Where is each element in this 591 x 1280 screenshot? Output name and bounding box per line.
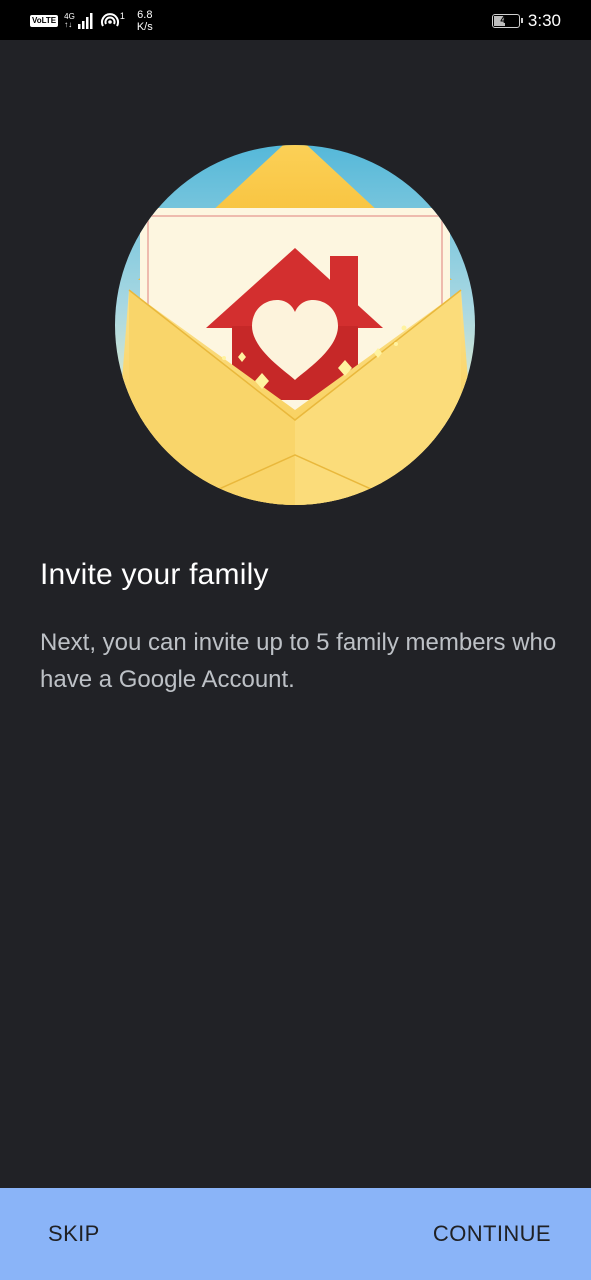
continue-button[interactable]: CONTINUE	[433, 1221, 551, 1247]
sparkle	[394, 342, 398, 346]
envelope-house-heart-illustration	[115, 145, 475, 505]
signal-bars-icon	[77, 13, 93, 29]
hotspot-count: 1	[119, 11, 125, 21]
battery-tip	[520, 18, 523, 23]
network-speed: 6.8 K/s	[137, 9, 153, 33]
status-bar-right: 48 3:30	[491, 8, 561, 34]
status-time: 3:30	[527, 11, 561, 30]
network-activity-label: ↑↓	[64, 20, 73, 29]
skip-button[interactable]: SKIP	[48, 1221, 100, 1247]
hotspot-icon	[100, 13, 119, 27]
sparkle	[222, 356, 226, 360]
status-bar-left: VoLTE 4G ↑↓ 1 6.8 K/s	[30, 8, 153, 34]
status-bar: VoLTE 4G ↑↓ 1 6.8 K/s 48 3:30	[0, 0, 591, 40]
network-speed-value: 6.8	[137, 9, 153, 21]
volte-badge: VoLTE	[30, 15, 59, 27]
bottom-action-bar: SKIP CONTINUE	[0, 1188, 591, 1280]
network-speed-unit: K/s	[136, 21, 153, 33]
page-description: Next, you can invite up to 5 family memb…	[40, 629, 557, 693]
battery-level: 48	[500, 15, 512, 26]
battery-icon: 48	[491, 14, 523, 28]
hotspot-indicator: 1	[100, 12, 125, 30]
page-title: Invite your family	[40, 558, 269, 591]
network-type: 4G ↑↓	[64, 13, 75, 29]
sparkle	[401, 325, 407, 331]
